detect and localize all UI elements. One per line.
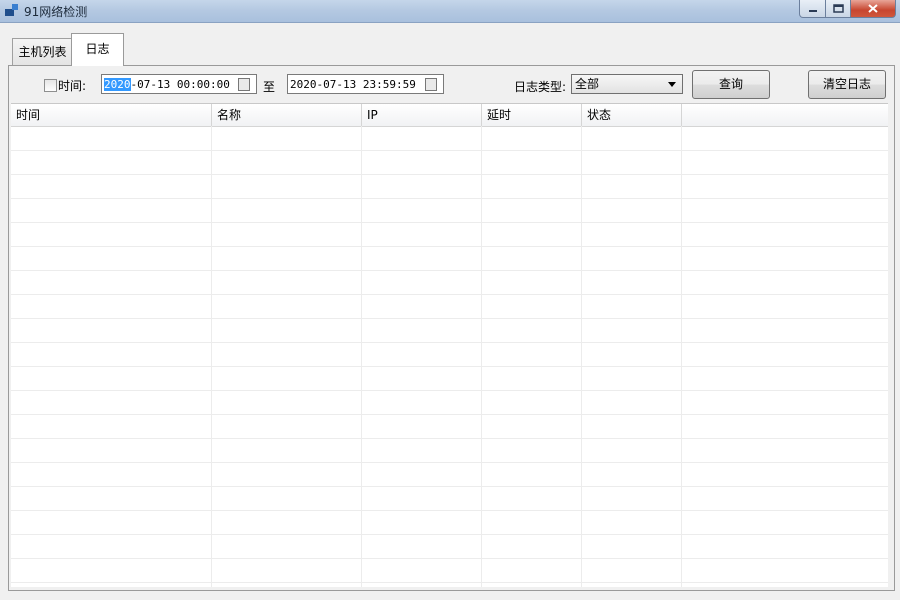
column-header-name[interactable]: 名称 bbox=[212, 104, 362, 126]
table-row[interactable] bbox=[11, 535, 888, 559]
table-header: 时间 名称 IP 延时 状态 bbox=[11, 104, 888, 127]
close-icon bbox=[868, 4, 878, 13]
chevron-down-icon bbox=[668, 82, 676, 87]
table-row[interactable] bbox=[11, 391, 888, 415]
table-row[interactable] bbox=[11, 511, 888, 535]
window-title: 91网络检测 bbox=[24, 5, 88, 19]
log-panel: 时间: 2020-07-13 00:00:00 至 2020-07-13 23:… bbox=[8, 65, 895, 591]
table-row[interactable] bbox=[11, 175, 888, 199]
column-header-delay[interactable]: 延时 bbox=[482, 104, 582, 126]
column-divider bbox=[361, 126, 362, 587]
table-row[interactable] bbox=[11, 295, 888, 319]
table-row[interactable] bbox=[11, 343, 888, 367]
table-row[interactable] bbox=[11, 439, 888, 463]
column-divider bbox=[681, 126, 682, 587]
log-type-value: 全部 bbox=[575, 77, 600, 91]
column-divider bbox=[211, 126, 212, 587]
table-row[interactable] bbox=[11, 127, 888, 151]
table-row[interactable] bbox=[11, 199, 888, 223]
table-row[interactable] bbox=[11, 319, 888, 343]
start-time-rest: -07-13 00:00:00 bbox=[130, 78, 230, 91]
query-button[interactable]: 查询 bbox=[692, 70, 770, 99]
end-time-value: 2020-07-13 23:59:59 bbox=[290, 78, 416, 91]
table-row[interactable] bbox=[11, 247, 888, 271]
to-label: 至 bbox=[263, 80, 276, 94]
start-time-year-selected: 2020 bbox=[104, 78, 131, 91]
minimize-button[interactable] bbox=[799, 0, 826, 18]
tab-host-list[interactable]: 主机列表 bbox=[12, 38, 73, 65]
table-row[interactable] bbox=[11, 463, 888, 487]
tab-log[interactable]: 日志 bbox=[71, 33, 124, 66]
start-time-picker[interactable]: 2020-07-13 00:00:00 bbox=[101, 74, 257, 94]
end-time-picker[interactable]: 2020-07-13 23:59:59 bbox=[287, 74, 444, 94]
table-row[interactable] bbox=[11, 367, 888, 391]
app-icon bbox=[5, 4, 18, 16]
tab-strip: 主机列表 日志 bbox=[8, 33, 894, 66]
column-header-time[interactable]: 时间 bbox=[11, 104, 212, 126]
table-row[interactable] bbox=[11, 271, 888, 295]
time-label: 时间: bbox=[58, 79, 87, 93]
table-row[interactable] bbox=[11, 415, 888, 439]
column-header-ip[interactable]: IP bbox=[362, 104, 482, 126]
table-row[interactable] bbox=[11, 223, 888, 247]
maximize-icon bbox=[832, 4, 844, 13]
table-row[interactable] bbox=[11, 487, 888, 511]
table-row[interactable] bbox=[11, 151, 888, 175]
log-type-label: 日志类型: bbox=[514, 80, 567, 94]
close-button[interactable] bbox=[851, 0, 896, 18]
column-divider bbox=[581, 126, 582, 587]
title-bar[interactable]: 91网络检测 bbox=[0, 0, 900, 23]
minimize-icon bbox=[808, 9, 817, 12]
table-row[interactable] bbox=[11, 559, 888, 583]
column-divider bbox=[481, 126, 482, 587]
calendar-icon[interactable] bbox=[425, 78, 437, 91]
calendar-icon[interactable] bbox=[238, 78, 250, 91]
column-header-status[interactable]: 状态 bbox=[582, 104, 682, 126]
log-table[interactable]: 时间 名称 IP 延时 状态 bbox=[11, 103, 888, 587]
maximize-button[interactable] bbox=[826, 0, 851, 18]
clear-log-button[interactable]: 清空日志 bbox=[808, 70, 886, 99]
time-filter-checkbox[interactable] bbox=[44, 79, 57, 92]
log-type-select[interactable]: 全部 bbox=[571, 74, 683, 94]
